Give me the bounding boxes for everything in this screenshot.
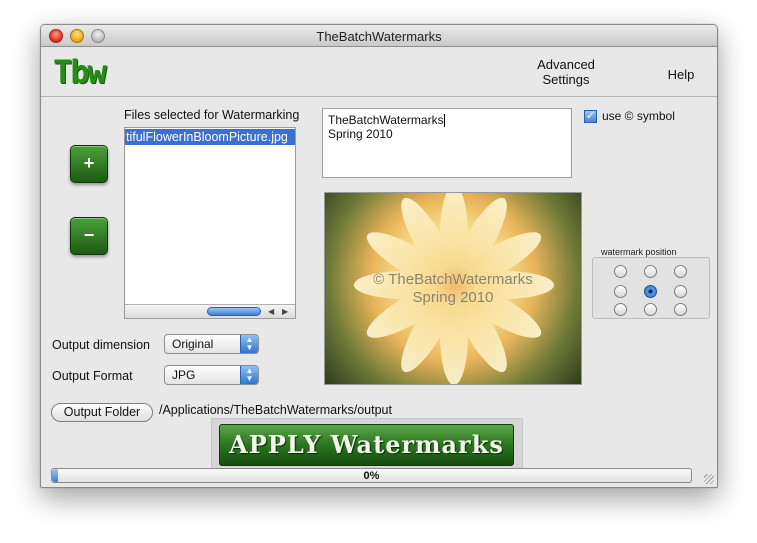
output-dimension-label: Output dimension: [52, 338, 150, 352]
advanced-settings-button[interactable]: Advanced Settings: [531, 57, 601, 87]
watermark-text-line1: TheBatchWatermarks: [328, 113, 444, 127]
watermark-text-line2: Spring 2010: [328, 127, 393, 142]
text-caret: [443, 114, 445, 128]
remove-file-button[interactable]: −: [70, 217, 108, 255]
scroll-left-icon[interactable]: ◀: [268, 305, 274, 318]
add-file-button[interactable]: +: [70, 145, 108, 183]
image-preview: © TheBatchWatermarks Spring 2010: [324, 192, 582, 385]
watermark-text-input[interactable]: TheBatchWatermarks Spring 2010: [322, 108, 572, 178]
output-dimension-value: Original: [172, 337, 214, 351]
window-title: TheBatchWatermarks: [316, 29, 442, 44]
toolbar: Tbw Advanced Settings Help: [41, 47, 717, 97]
output-format-value: JPG: [172, 368, 196, 382]
apply-button-frame: APPLY Watermarks: [211, 418, 523, 470]
resize-grip-icon[interactable]: [704, 474, 714, 484]
output-format-select[interactable]: JPG ▲ ▼: [164, 365, 259, 385]
files-list[interactable]: tifulFlowerInBloomPicture.jpg ◀ ▶: [124, 127, 296, 319]
watermark-position-label: watermark position: [601, 247, 677, 257]
position-bottom-right-radio[interactable]: [674, 303, 687, 316]
plus-icon: +: [83, 153, 95, 173]
progress-text: 0%: [363, 470, 380, 482]
scroll-right-icon[interactable]: ▶: [282, 305, 288, 318]
help-button[interactable]: Help: [661, 67, 701, 82]
output-dimension-select[interactable]: Original ▲ ▼: [164, 334, 259, 354]
minus-icon: −: [83, 225, 95, 245]
app-logo: Tbw: [53, 53, 107, 91]
apply-watermarks-button[interactable]: APPLY Watermarks: [219, 424, 514, 466]
output-format-label: Output Format: [52, 369, 133, 383]
preview-watermark-line1: © TheBatchWatermarks: [373, 271, 533, 288]
position-bottom-left-radio[interactable]: [614, 303, 627, 316]
position-middle-left-radio[interactable]: [614, 285, 627, 298]
output-folder-path: /Applications/TheBatchWatermarks/output: [159, 403, 392, 417]
list-item[interactable]: tifulFlowerInBloomPicture.jpg: [125, 129, 295, 145]
app-window: TheBatchWatermarks Tbw Advanced Settings…: [40, 24, 718, 488]
updown-arrows-icon: ▲ ▼: [240, 366, 258, 384]
position-top-left-radio[interactable]: [614, 265, 627, 278]
checkmark-icon[interactable]: ✓: [584, 110, 597, 124]
preview-watermark-line2: Spring 2010: [412, 289, 494, 306]
position-top-right-radio[interactable]: [674, 265, 687, 278]
use-symbol-checkbox[interactable]: ✓ use © symbol: [584, 109, 675, 124]
position-center-radio[interactable]: [644, 285, 657, 298]
title-bar[interactable]: TheBatchWatermarks: [41, 25, 717, 47]
updown-arrows-icon: ▲ ▼: [240, 335, 258, 353]
watermark-position-grid: [592, 257, 710, 319]
output-folder-button[interactable]: Output Folder: [51, 403, 153, 422]
scrollbar-thumb[interactable]: [207, 307, 261, 316]
position-bottom-center-radio[interactable]: [644, 303, 657, 316]
progress-bar: 0%: [51, 468, 692, 483]
position-top-center-radio[interactable]: [644, 265, 657, 278]
horizontal-scrollbar[interactable]: ◀ ▶: [125, 304, 295, 318]
position-middle-right-radio[interactable]: [674, 285, 687, 298]
files-list-label: Files selected for Watermarking: [124, 108, 300, 122]
use-symbol-label: use © symbol: [602, 109, 675, 123]
